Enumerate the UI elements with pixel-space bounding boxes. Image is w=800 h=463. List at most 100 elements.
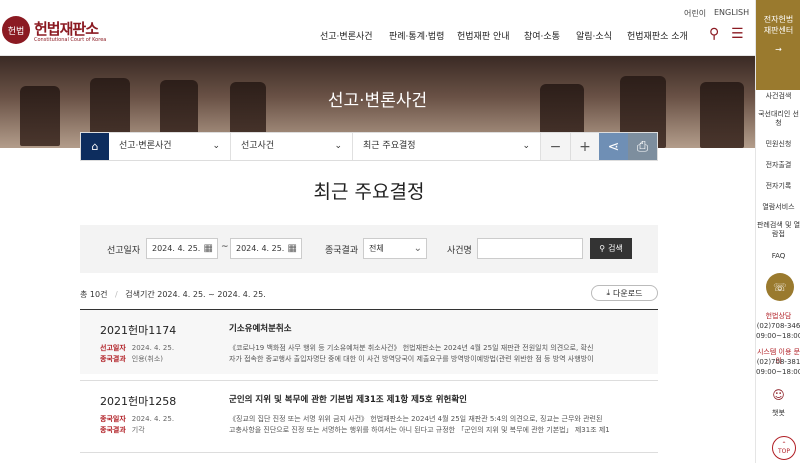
row-result-key: 종국결과 bbox=[100, 426, 126, 434]
sidebar-item-e-attendance[interactable]: 전자출결 bbox=[756, 161, 800, 170]
download-icon: ⤓ bbox=[606, 288, 611, 297]
system-inquiry-phone: (02)708-381 bbox=[756, 358, 800, 366]
search-button-label: 검색 bbox=[608, 244, 623, 253]
row-result-value: 인용(취소) bbox=[131, 355, 163, 363]
nav-item-precedents[interactable]: 판례·통계·법령 bbox=[389, 29, 444, 42]
sidebar-item-petition[interactable]: 민원신청 bbox=[756, 140, 800, 149]
quick-menu-sidebar: 전자헌법 재판센터 → 사건검색 국선대리인 선청 민원신청 전자출결 전자기록… bbox=[755, 0, 800, 463]
sidebar-item-case-search[interactable]: 사건검색 bbox=[756, 92, 800, 101]
date-separator: ~ bbox=[221, 242, 229, 252]
result-select[interactable]: 전체 ⌄ bbox=[363, 238, 427, 259]
row-date-key: 종국일자 bbox=[100, 415, 126, 423]
chevron-up-icon: ⌃ bbox=[781, 441, 787, 448]
page-title: 최근 주요결정 bbox=[313, 181, 425, 203]
consult-phone: (02)708-346 bbox=[756, 322, 800, 330]
case-title[interactable]: 기소유예처분취소 bbox=[229, 322, 292, 334]
row-date-value: 2024. 4. 25. bbox=[131, 344, 175, 352]
calendar-icon[interactable]: ▦ bbox=[204, 239, 213, 258]
court-logo[interactable]: 헌법 bbox=[2, 16, 30, 44]
case-summary-line2: 고충사항을 진단으로 진정 또는 서명하는 행위를 하여서는 아니 된다고 규정… bbox=[229, 426, 610, 434]
search-icon[interactable]: ⚲ bbox=[709, 26, 719, 42]
site-header: 헌법 헌법재판소 Constitutional Court of Korea 어… bbox=[0, 0, 755, 56]
download-button[interactable]: ⤓ 다운로드 bbox=[591, 285, 658, 301]
english-link[interactable]: ENGLISH bbox=[714, 8, 749, 17]
case-summary-line2: 자가 접속한 종교행사 출입자명단 중에 대한 이 사건 방역당국이 제출요구를… bbox=[229, 355, 594, 363]
date-to-value: 2024. 4. 25. bbox=[236, 244, 285, 253]
row-result-key: 종국결과 bbox=[100, 355, 126, 363]
site-subtitle: Constitutional Court of Korea bbox=[34, 37, 107, 43]
case-name-label: 사건명 bbox=[447, 246, 472, 256]
date-from-value: 2024. 4. 25. bbox=[152, 244, 201, 253]
case-summary-line1: 《코로나19 백화점 사무 행위 등 기소유예처분 취소사건》 헌법재판소는 2… bbox=[229, 344, 594, 352]
menu-icon[interactable]: ☰ bbox=[731, 26, 744, 42]
breadcrumb: ⌂ 선고·변론사건 ⌄ 선고사건 ⌄ 최근 주요결정 ⌄ − + ⋖ ⎙ bbox=[80, 132, 658, 161]
result-select-value: 전체 bbox=[369, 244, 384, 253]
row-result: 종국결과 기각 bbox=[100, 425, 145, 435]
nav-item-participation[interactable]: 참여·소통 bbox=[524, 29, 560, 42]
row-date-key: 선고일자 bbox=[100, 344, 126, 352]
row-divider bbox=[80, 452, 658, 453]
case-number[interactable]: 2021헌마1258 bbox=[100, 393, 176, 409]
date-label: 선고일자 bbox=[107, 246, 141, 256]
chevron-down-icon: ⌄ bbox=[212, 141, 220, 151]
row-result-value: 기각 bbox=[131, 426, 145, 434]
sidebar-item-faq[interactable]: FAQ bbox=[756, 252, 800, 261]
kids-link[interactable]: 어린이 bbox=[684, 8, 706, 19]
row-date: 종국일자 2024. 4. 25. bbox=[100, 414, 174, 424]
print-icon[interactable]: ⎙ bbox=[628, 133, 657, 160]
result-label: 종국결과 bbox=[325, 246, 359, 256]
row-result: 종국결과 인용(취소) bbox=[100, 354, 163, 364]
home-icon[interactable]: ⌂ bbox=[81, 133, 109, 160]
site-title[interactable]: 헌법재판소 bbox=[34, 18, 99, 39]
nav-item-cases[interactable]: 선고·변론사건 bbox=[320, 29, 373, 42]
zoom-in-button[interactable]: + bbox=[570, 133, 599, 160]
meta-divider: / bbox=[115, 290, 118, 299]
search-icon: ⚲ bbox=[599, 244, 606, 253]
chatbot-icon[interactable]: ☺ bbox=[756, 389, 800, 401]
chatbot-label[interactable]: 챗봇 bbox=[756, 409, 800, 418]
headset-icon[interactable]: ☏ bbox=[766, 273, 794, 301]
e-court-banner[interactable]: 전자헌법 재판센터 → bbox=[756, 0, 800, 90]
nav-item-news[interactable]: 알림·소식 bbox=[576, 29, 612, 42]
search-panel: 선고일자 2024. 4. 25. ▦ ~ 2024. 4. 25. ▦ 종국결… bbox=[80, 225, 658, 273]
case-summary-line1: 《징교의 집단 진정 또는 서명 위위 금지 사건》 헌법재판소는 2024년 … bbox=[229, 415, 603, 423]
case-name-input[interactable] bbox=[477, 238, 583, 259]
result-count-text: 총 10건 bbox=[80, 290, 108, 299]
table-row[interactable]: 2021헌마1258 종국일자 2024. 4. 25. 종국결과 기각 군인의 지… bbox=[80, 381, 658, 445]
breadcrumb-level1-select[interactable]: 선고·변론사건 ⌄ bbox=[109, 133, 231, 160]
consult-label: 헌법상담 bbox=[765, 312, 792, 320]
case-number[interactable]: 2021헌마1174 bbox=[100, 322, 176, 338]
chevron-down-icon: ⌄ bbox=[522, 141, 530, 151]
search-button[interactable]: ⚲ 검색 bbox=[590, 238, 632, 259]
sidebar-item-precedent-search[interactable]: 판례검색 및 열람접 bbox=[756, 221, 800, 239]
date-to-input[interactable]: 2024. 4. 25. ▦ bbox=[230, 238, 302, 259]
sidebar-item-viewing[interactable]: 열람서비스 bbox=[756, 203, 800, 212]
case-title[interactable]: 군인의 지위 및 복무에 관한 기본법 제31조 제1항 제5호 위헌확인 bbox=[229, 393, 467, 405]
e-court-title: 전자헌법 재판센터 bbox=[763, 15, 794, 35]
breadcrumb-level2-select[interactable]: 선고사건 ⌄ bbox=[231, 133, 353, 160]
scroll-top-label: TOP bbox=[777, 448, 790, 455]
breadcrumb-level2-label: 선고사건 bbox=[241, 141, 275, 151]
row-date-value: 2024. 4. 25. bbox=[131, 415, 175, 423]
nav-item-about[interactable]: 헌법재판소 소개 bbox=[627, 29, 688, 42]
chevron-down-icon: ⌄ bbox=[334, 141, 342, 151]
row-date: 선고일자 2024. 4. 25. bbox=[100, 343, 174, 353]
result-count: 총 10건 / 검색기간 2024. 4. 25. ~ 2024. 4. 25. bbox=[80, 289, 266, 300]
breadcrumb-level3-label: 최근 주요결정 bbox=[363, 141, 416, 151]
share-icon[interactable]: ⋖ bbox=[599, 133, 628, 160]
calendar-icon[interactable]: ▦ bbox=[288, 239, 297, 258]
scroll-top-button[interactable]: ⌃ TOP bbox=[772, 436, 796, 460]
nav-item-guide[interactable]: 헌법재판 안내 bbox=[457, 29, 510, 42]
sidebar-item-e-records[interactable]: 전자기록 bbox=[756, 182, 800, 191]
sidebar-item-public-attorney[interactable]: 국선대리인 선청 bbox=[756, 110, 800, 128]
arrow-right-icon: → bbox=[775, 45, 782, 54]
system-inquiry-hours: 09:00~18:00 bbox=[756, 368, 800, 376]
breadcrumb-level1-label: 선고·변론사건 bbox=[119, 141, 172, 151]
consult-hours: 09:00~18:00 bbox=[756, 332, 800, 340]
download-label: 다운로드 bbox=[613, 288, 643, 298]
date-from-input[interactable]: 2024. 4. 25. ▦ bbox=[146, 238, 218, 259]
breadcrumb-level3-select[interactable]: 최근 주요결정 ⌄ bbox=[353, 133, 541, 160]
zoom-out-button[interactable]: − bbox=[541, 133, 570, 160]
search-period: 검색기간 2024. 4. 25. ~ 2024. 4. 25. bbox=[125, 290, 266, 299]
table-row[interactable]: 2021헌마1174 선고일자 2024. 4. 25. 종국결과 인용(취소) 기… bbox=[80, 310, 658, 374]
